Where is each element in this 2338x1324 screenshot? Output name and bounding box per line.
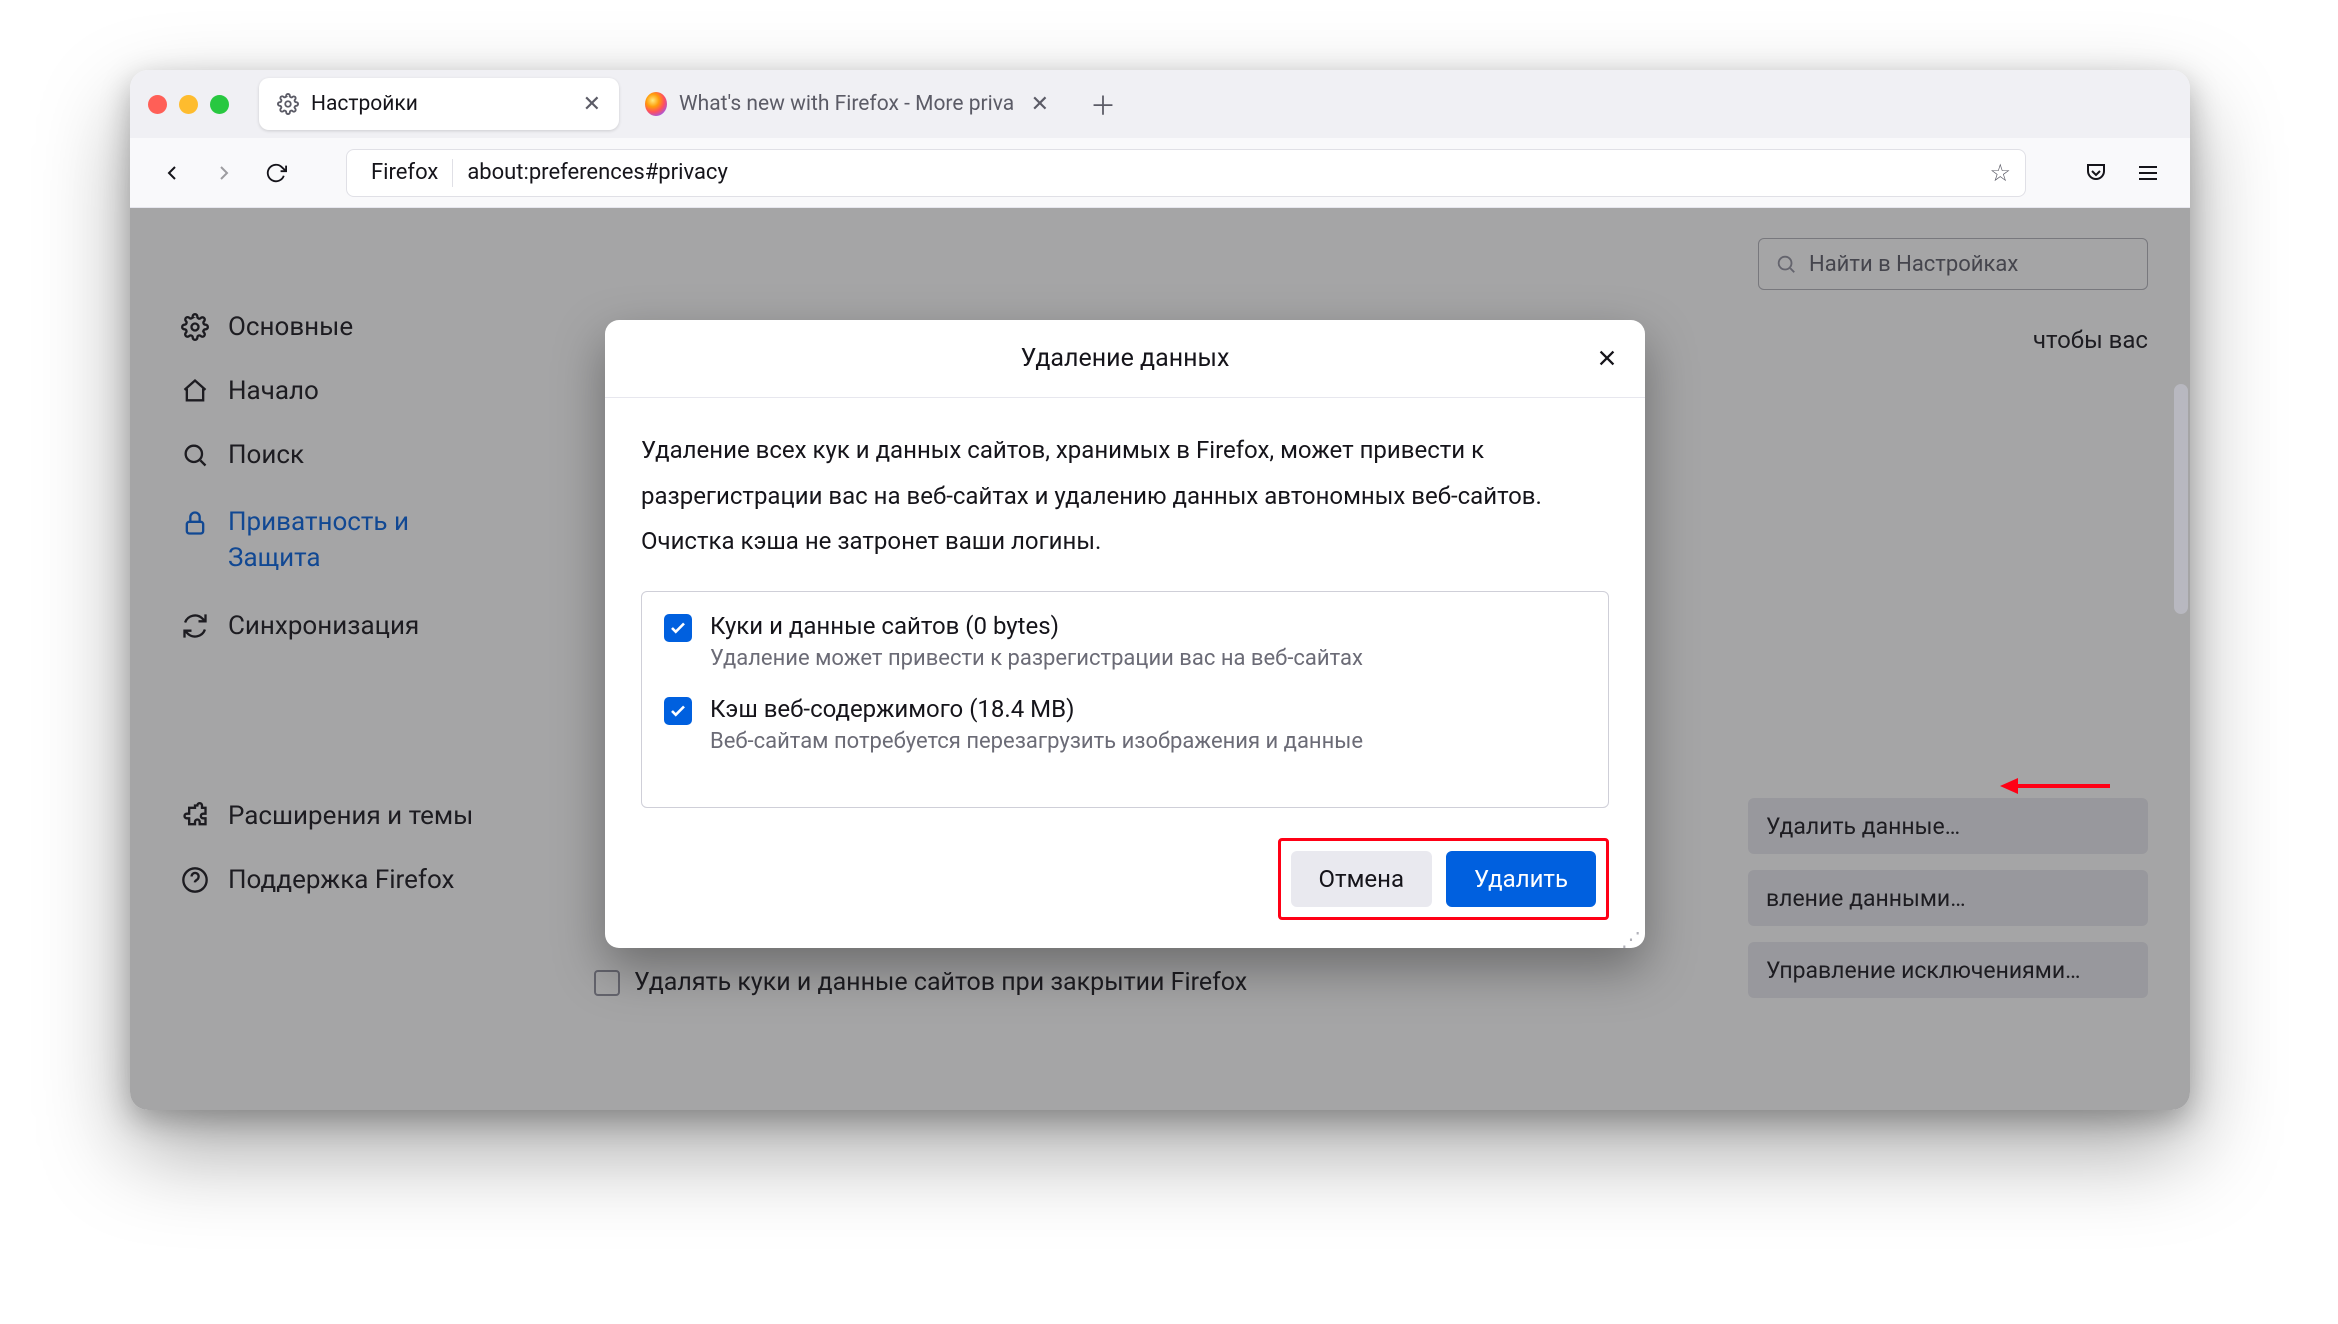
identity-label: Firefox bbox=[371, 160, 438, 185]
close-icon bbox=[1596, 347, 1618, 369]
button-label: Удалить bbox=[1474, 865, 1568, 893]
option-cookies: Куки и данные сайтов (0 bytes) Удаление … bbox=[664, 612, 1586, 671]
option-subtitle: Веб-сайтам потребуется перезагрузить изо… bbox=[710, 729, 1363, 754]
tab-settings[interactable]: Настройки ✕ bbox=[259, 78, 619, 130]
checkmark-icon bbox=[669, 702, 687, 720]
close-window-button[interactable] bbox=[148, 95, 167, 114]
identity-box[interactable]: Firefox bbox=[361, 160, 438, 185]
tab-whatsnew[interactable]: What's new with Firefox - More priva ✕ bbox=[627, 78, 1067, 130]
dialog-body: Удаление всех кук и данных сайтов, храни… bbox=[605, 398, 1645, 838]
maximize-window-button[interactable] bbox=[210, 95, 229, 114]
options-box: Куки и данные сайтов (0 bytes) Удаление … bbox=[641, 591, 1609, 808]
confirm-button[interactable]: Удалить bbox=[1446, 851, 1596, 907]
cookies-checkbox[interactable] bbox=[664, 614, 692, 642]
checkmark-icon bbox=[669, 619, 687, 637]
preferences-page: Основные Начало Поиск bbox=[130, 208, 2190, 1110]
forward-button[interactable] bbox=[202, 151, 246, 195]
divider bbox=[452, 159, 453, 187]
window-controls bbox=[148, 95, 229, 114]
app-menu-button[interactable] bbox=[2126, 151, 2170, 195]
scrollbar-thumb[interactable] bbox=[2174, 384, 2188, 614]
pocket-button[interactable] bbox=[2074, 151, 2118, 195]
option-title: Кэш веб-содержимого (18.4 MB) bbox=[710, 695, 1363, 723]
dialog-description: Удаление всех кук и данных сайтов, храни… bbox=[641, 428, 1609, 565]
option-cache: Кэш веб-содержимого (18.4 MB) Веб-сайтам… bbox=[664, 695, 1586, 754]
tab-strip: Настройки ✕ What's new with Firefox - Mo… bbox=[259, 70, 1123, 138]
dialog-header: Удаление данных bbox=[605, 320, 1645, 398]
highlight-annotation: Отмена Удалить bbox=[1278, 838, 1609, 920]
gear-icon bbox=[277, 93, 299, 115]
clear-data-dialog: Удаление данных Удаление всех кук и данн… bbox=[605, 320, 1645, 948]
navbar: Firefox about:preferences#privacy ☆ bbox=[130, 138, 2190, 208]
minimize-window-button[interactable] bbox=[179, 95, 198, 114]
arrow-annotation bbox=[2000, 776, 2110, 796]
browser-window: Настройки ✕ What's new with Firefox - Mo… bbox=[130, 70, 2190, 1110]
option-title: Куки и данные сайтов (0 bytes) bbox=[710, 612, 1363, 640]
tab-label: What's new with Firefox - More priva bbox=[679, 92, 1014, 116]
dialog-footer: Отмена Удалить bbox=[605, 838, 1645, 948]
new-tab-button[interactable]: ＋ bbox=[1083, 84, 1123, 124]
titlebar: Настройки ✕ What's new with Firefox - Mo… bbox=[130, 70, 2190, 138]
dialog-close-button[interactable] bbox=[1587, 338, 1627, 378]
cancel-button[interactable]: Отмена bbox=[1291, 851, 1432, 907]
tab-close-icon[interactable]: ✕ bbox=[583, 92, 601, 117]
url-text: about:preferences#privacy bbox=[467, 160, 1975, 185]
resize-grip-icon[interactable]: ⋰ bbox=[1621, 934, 1641, 944]
tab-close-icon[interactable]: ✕ bbox=[1031, 92, 1049, 117]
dialog-title: Удаление данных bbox=[1021, 344, 1230, 373]
back-button[interactable] bbox=[150, 151, 194, 195]
button-label: Отмена bbox=[1319, 865, 1404, 893]
bookmark-star-icon[interactable]: ☆ bbox=[1989, 159, 2011, 187]
cache-checkbox[interactable] bbox=[664, 697, 692, 725]
option-subtitle: Удаление может привести к разрегистрации… bbox=[710, 646, 1363, 671]
tab-label: Настройки bbox=[311, 92, 418, 116]
reload-button[interactable] bbox=[254, 151, 298, 195]
firefox-icon bbox=[645, 93, 667, 115]
url-bar[interactable]: Firefox about:preferences#privacy ☆ bbox=[346, 149, 2026, 197]
